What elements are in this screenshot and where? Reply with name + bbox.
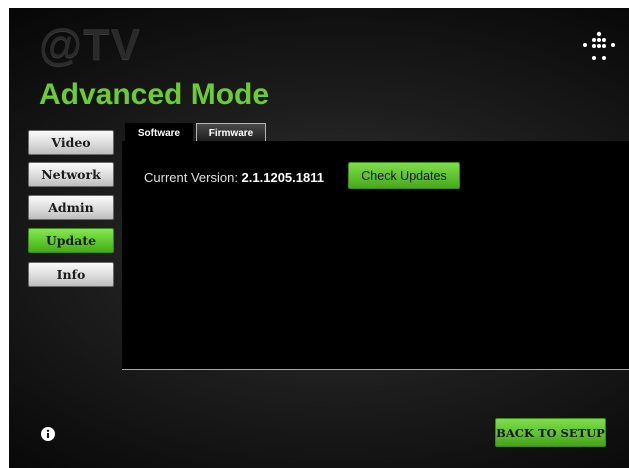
info-icon[interactable]: [41, 427, 55, 441]
software-panel: Current Version: 2.1.1205.1811 Check Upd…: [122, 141, 629, 370]
sidebar-item-network[interactable]: Network: [28, 162, 114, 187]
tab-software[interactable]: Software: [125, 123, 193, 142]
dots-grid-icon[interactable]: [579, 30, 619, 66]
sidebar-item-video[interactable]: Video: [28, 130, 114, 155]
version-value: 2.1.1205.1811: [241, 170, 324, 185]
tab-firmware[interactable]: Firmware: [196, 123, 266, 142]
sidebar-item-admin[interactable]: Admin: [28, 195, 114, 220]
page-title: Advanced Mode: [39, 78, 270, 111]
sidebar-item-info[interactable]: Info: [28, 262, 114, 287]
sidebar-item-update[interactable]: Update: [28, 228, 114, 253]
back-to-setup-button[interactable]: BACK TO SETUP: [495, 418, 606, 447]
check-updates-button[interactable]: Check Updates: [348, 162, 460, 189]
version-label-text: Current Version:: [144, 170, 242, 185]
app-logo: @TV: [39, 20, 142, 69]
app-screen: @TV Advanced Mode Video Network Admin Up…: [9, 8, 629, 468]
current-version-label: Current Version: 2.1.1205.1811: [144, 170, 324, 185]
